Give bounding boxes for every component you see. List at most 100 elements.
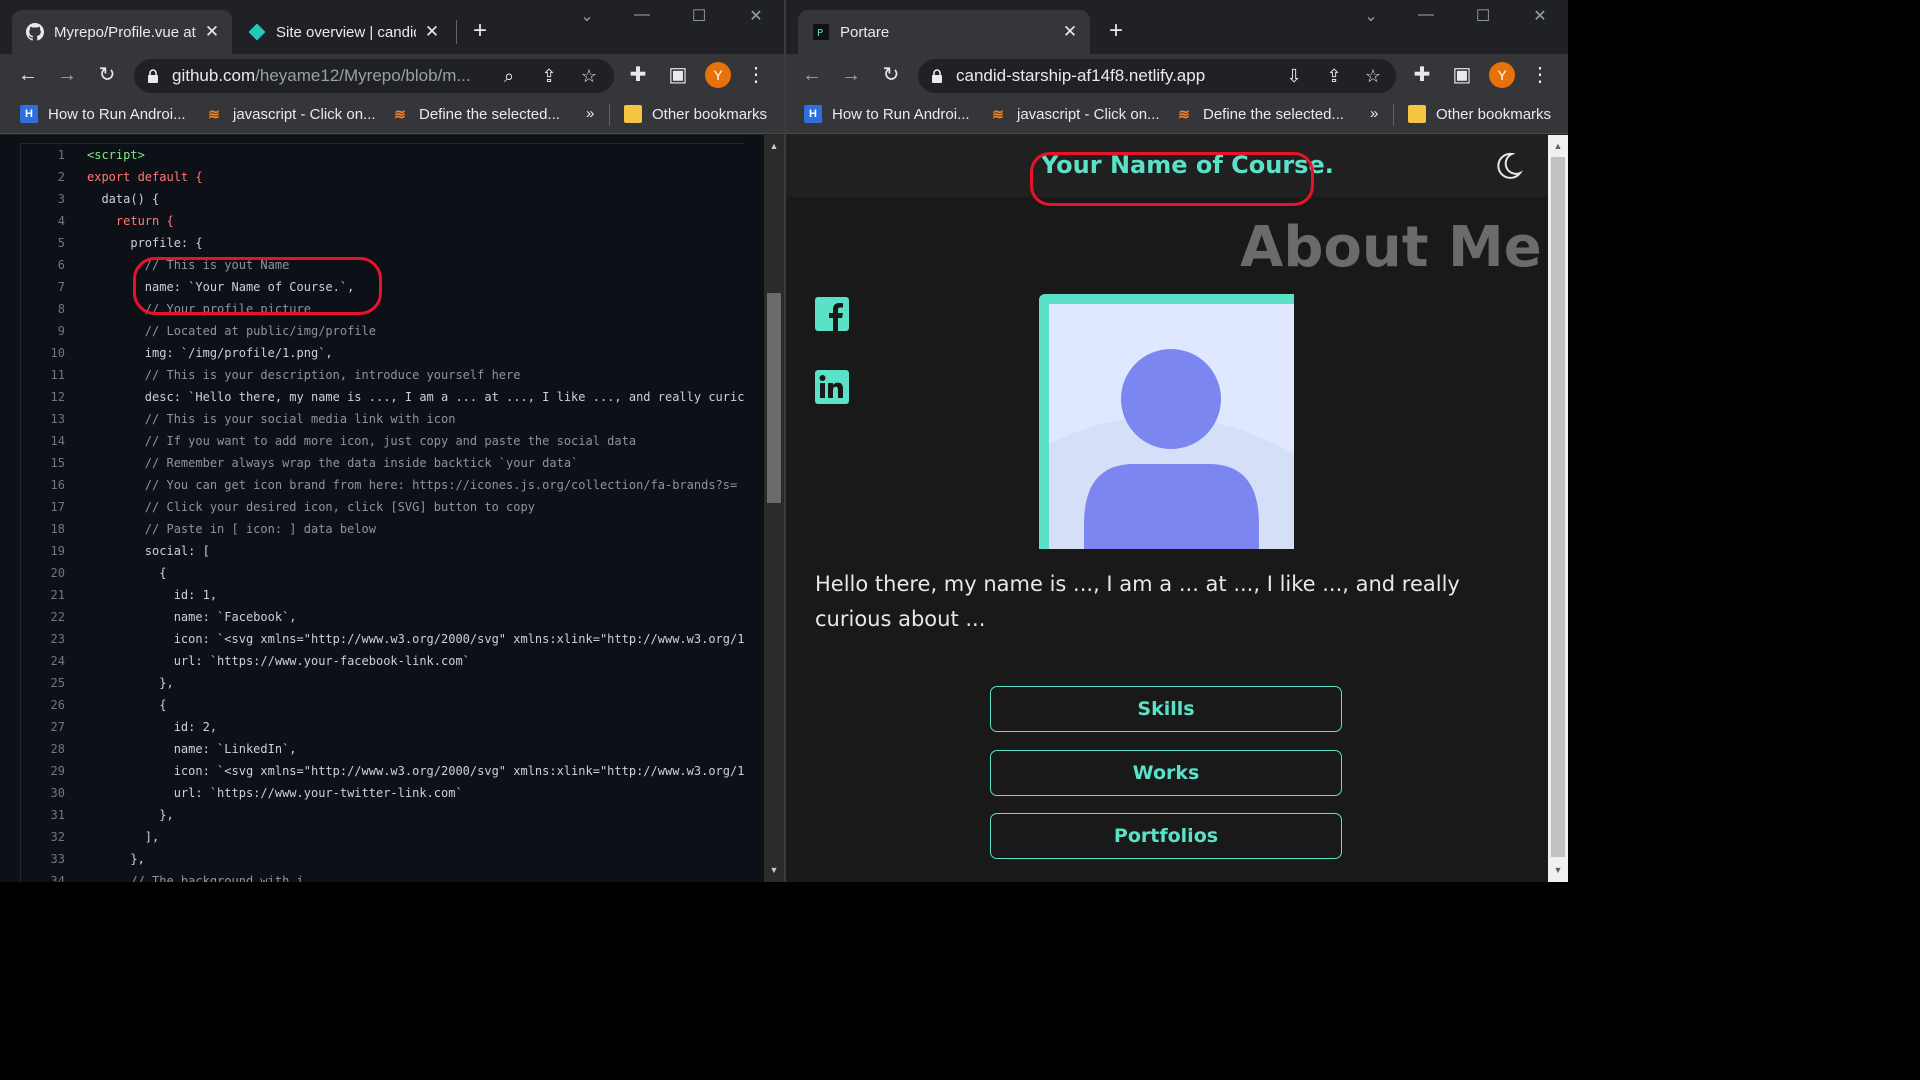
scroll-up-icon[interactable]: ▲ bbox=[764, 141, 784, 151]
extensions-icon[interactable]: ✚ bbox=[626, 63, 650, 87]
line-number[interactable]: 7 bbox=[21, 276, 65, 298]
new-tab-icon[interactable]: + bbox=[467, 18, 493, 44]
line-number[interactable]: 29 bbox=[21, 760, 65, 782]
tab-site-overview[interactable]: Site overview | candid ✕ bbox=[234, 10, 452, 54]
bookmark-item[interactable]: ≋ javascript - Click on... bbox=[989, 105, 1159, 123]
forward-icon[interactable]: → bbox=[839, 63, 863, 87]
avatar[interactable]: Y bbox=[1489, 62, 1515, 88]
share-icon[interactable]: ⇪ bbox=[1323, 65, 1345, 87]
line-number[interactable]: 6 bbox=[21, 254, 65, 276]
line-number[interactable]: 16 bbox=[21, 474, 65, 496]
tab-title: Myrepo/Profile.vue at bbox=[54, 23, 196, 41]
line-number[interactable]: 13 bbox=[21, 408, 65, 430]
works-button[interactable]: Works bbox=[990, 750, 1342, 796]
line-number[interactable]: 19 bbox=[21, 540, 65, 562]
line-number[interactable]: 1 bbox=[21, 144, 65, 166]
bookmark-item[interactable]: H How to Run Androi... bbox=[804, 105, 970, 123]
line-number[interactable]: 31 bbox=[21, 804, 65, 826]
line-number[interactable]: 12 bbox=[21, 386, 65, 408]
close-tab-icon[interactable]: ✕ bbox=[1060, 22, 1080, 42]
share-icon[interactable]: ⇪ bbox=[538, 65, 560, 87]
bookmark-item[interactable]: ≋ Define the selected... bbox=[1175, 105, 1344, 123]
back-icon[interactable]: ← bbox=[16, 63, 40, 87]
minimize-icon[interactable]: — bbox=[1411, 6, 1441, 24]
code-line: 11 // This is your description, introduc… bbox=[21, 364, 745, 386]
line-number[interactable]: 32 bbox=[21, 826, 65, 848]
portfolios-button[interactable]: Portfolios bbox=[990, 813, 1342, 859]
maximize-icon[interactable]: ☐ bbox=[1468, 6, 1498, 26]
address-bar[interactable]: github.com/heyame12/Myrepo/blob/m... ⌕ ⇪… bbox=[134, 59, 614, 93]
line-number[interactable]: 11 bbox=[21, 364, 65, 386]
line-number[interactable]: 22 bbox=[21, 606, 65, 628]
scrollbar[interactable]: ▲ ▼ bbox=[764, 135, 784, 882]
scrollbar[interactable]: ▲ ▼ bbox=[1548, 135, 1568, 882]
new-tab-icon[interactable]: + bbox=[1103, 18, 1129, 44]
line-number[interactable]: 24 bbox=[21, 650, 65, 672]
scroll-down-icon[interactable]: ▼ bbox=[1548, 865, 1568, 875]
line-number[interactable]: 25 bbox=[21, 672, 65, 694]
line-number[interactable]: 2 bbox=[21, 166, 65, 188]
line-number[interactable]: 28 bbox=[21, 738, 65, 760]
close-window-icon[interactable]: ✕ bbox=[1525, 6, 1555, 26]
reload-icon[interactable]: ↻ bbox=[95, 63, 119, 87]
scroll-down-icon[interactable]: ▼ bbox=[764, 865, 784, 875]
tab-search-chevron-icon[interactable]: ⌄ bbox=[572, 6, 602, 26]
bookmark-item[interactable]: ≋ javascript - Click on... bbox=[205, 105, 375, 123]
other-bookmarks[interactable]: Other bookmarks bbox=[624, 105, 767, 123]
moon-icon[interactable] bbox=[1493, 151, 1523, 186]
tab-search-chevron-icon[interactable]: ⌄ bbox=[1356, 6, 1386, 26]
bookmark-item[interactable]: H How to Run Androi... bbox=[20, 105, 186, 123]
install-app-icon[interactable]: ⇩ bbox=[1283, 65, 1305, 87]
back-icon[interactable]: ← bbox=[800, 63, 824, 87]
line-number[interactable]: 10 bbox=[21, 342, 65, 364]
line-number[interactable]: 5 bbox=[21, 232, 65, 254]
line-number[interactable]: 18 bbox=[21, 518, 65, 540]
reload-icon[interactable]: ↻ bbox=[879, 63, 903, 87]
skills-button[interactable]: Skills bbox=[990, 686, 1342, 732]
avatar[interactable]: Y bbox=[705, 62, 731, 88]
line-number[interactable]: 34 bbox=[21, 870, 65, 882]
close-tab-icon[interactable]: ✕ bbox=[202, 22, 222, 42]
line-number[interactable]: 14 bbox=[21, 430, 65, 452]
line-number[interactable]: 26 bbox=[21, 694, 65, 716]
close-window-icon[interactable]: ✕ bbox=[741, 6, 771, 26]
side-panel-icon[interactable]: ▣ bbox=[1450, 63, 1474, 87]
address-bar[interactable]: candid-starship-af14f8.netlify.app ⇩ ⇪ ☆ bbox=[918, 59, 1396, 93]
bookmark-star-icon[interactable]: ☆ bbox=[1362, 65, 1384, 87]
close-tab-icon[interactable]: ✕ bbox=[422, 22, 442, 42]
menu-kebab-icon[interactable]: ⋮ bbox=[744, 63, 768, 87]
tab-portare[interactable]: P Portare ✕ bbox=[798, 10, 1090, 54]
line-number[interactable]: 17 bbox=[21, 496, 65, 518]
extensions-icon[interactable]: ✚ bbox=[1410, 63, 1434, 87]
menu-kebab-icon[interactable]: ⋮ bbox=[1528, 63, 1552, 87]
line-number[interactable]: 23 bbox=[21, 628, 65, 650]
scrollbar-thumb[interactable] bbox=[767, 293, 781, 503]
line-number[interactable]: 4 bbox=[21, 210, 65, 232]
line-number[interactable]: 33 bbox=[21, 848, 65, 870]
maximize-icon[interactable]: ☐ bbox=[684, 6, 714, 26]
bookmark-item[interactable]: ≋ Define the selected... bbox=[391, 105, 560, 123]
line-number[interactable]: 30 bbox=[21, 782, 65, 804]
facebook-icon[interactable] bbox=[815, 297, 849, 331]
side-panel-icon[interactable]: ▣ bbox=[666, 63, 690, 87]
tab-github-profile[interactable]: Myrepo/Profile.vue at ✕ bbox=[12, 10, 232, 54]
linkedin-icon[interactable] bbox=[815, 370, 849, 404]
bookmarks-overflow-button[interactable]: » bbox=[1370, 105, 1378, 122]
other-bookmarks[interactable]: Other bookmarks bbox=[1408, 105, 1551, 123]
line-number[interactable]: 3 bbox=[21, 188, 65, 210]
bookmark-star-icon[interactable]: ☆ bbox=[578, 65, 600, 87]
line-number[interactable]: 15 bbox=[21, 452, 65, 474]
line-number[interactable]: 20 bbox=[21, 562, 65, 584]
zoom-search-icon[interactable]: ⌕ bbox=[498, 65, 520, 87]
code-line: 29 icon: `<svg xmlns="http://www.w3.org/… bbox=[21, 760, 745, 782]
line-number[interactable]: 9 bbox=[21, 320, 65, 342]
bookmarks-overflow-button[interactable]: » bbox=[586, 105, 594, 122]
line-number[interactable]: 21 bbox=[21, 584, 65, 606]
line-number[interactable]: 8 bbox=[21, 298, 65, 320]
forward-icon[interactable]: → bbox=[55, 63, 79, 87]
scrollbar-thumb[interactable] bbox=[1551, 157, 1565, 857]
minimize-icon[interactable]: — bbox=[627, 6, 657, 24]
site-title[interactable]: Your Name of Course. bbox=[1041, 151, 1334, 179]
line-number[interactable]: 27 bbox=[21, 716, 65, 738]
scroll-up-icon[interactable]: ▲ bbox=[1548, 141, 1568, 151]
